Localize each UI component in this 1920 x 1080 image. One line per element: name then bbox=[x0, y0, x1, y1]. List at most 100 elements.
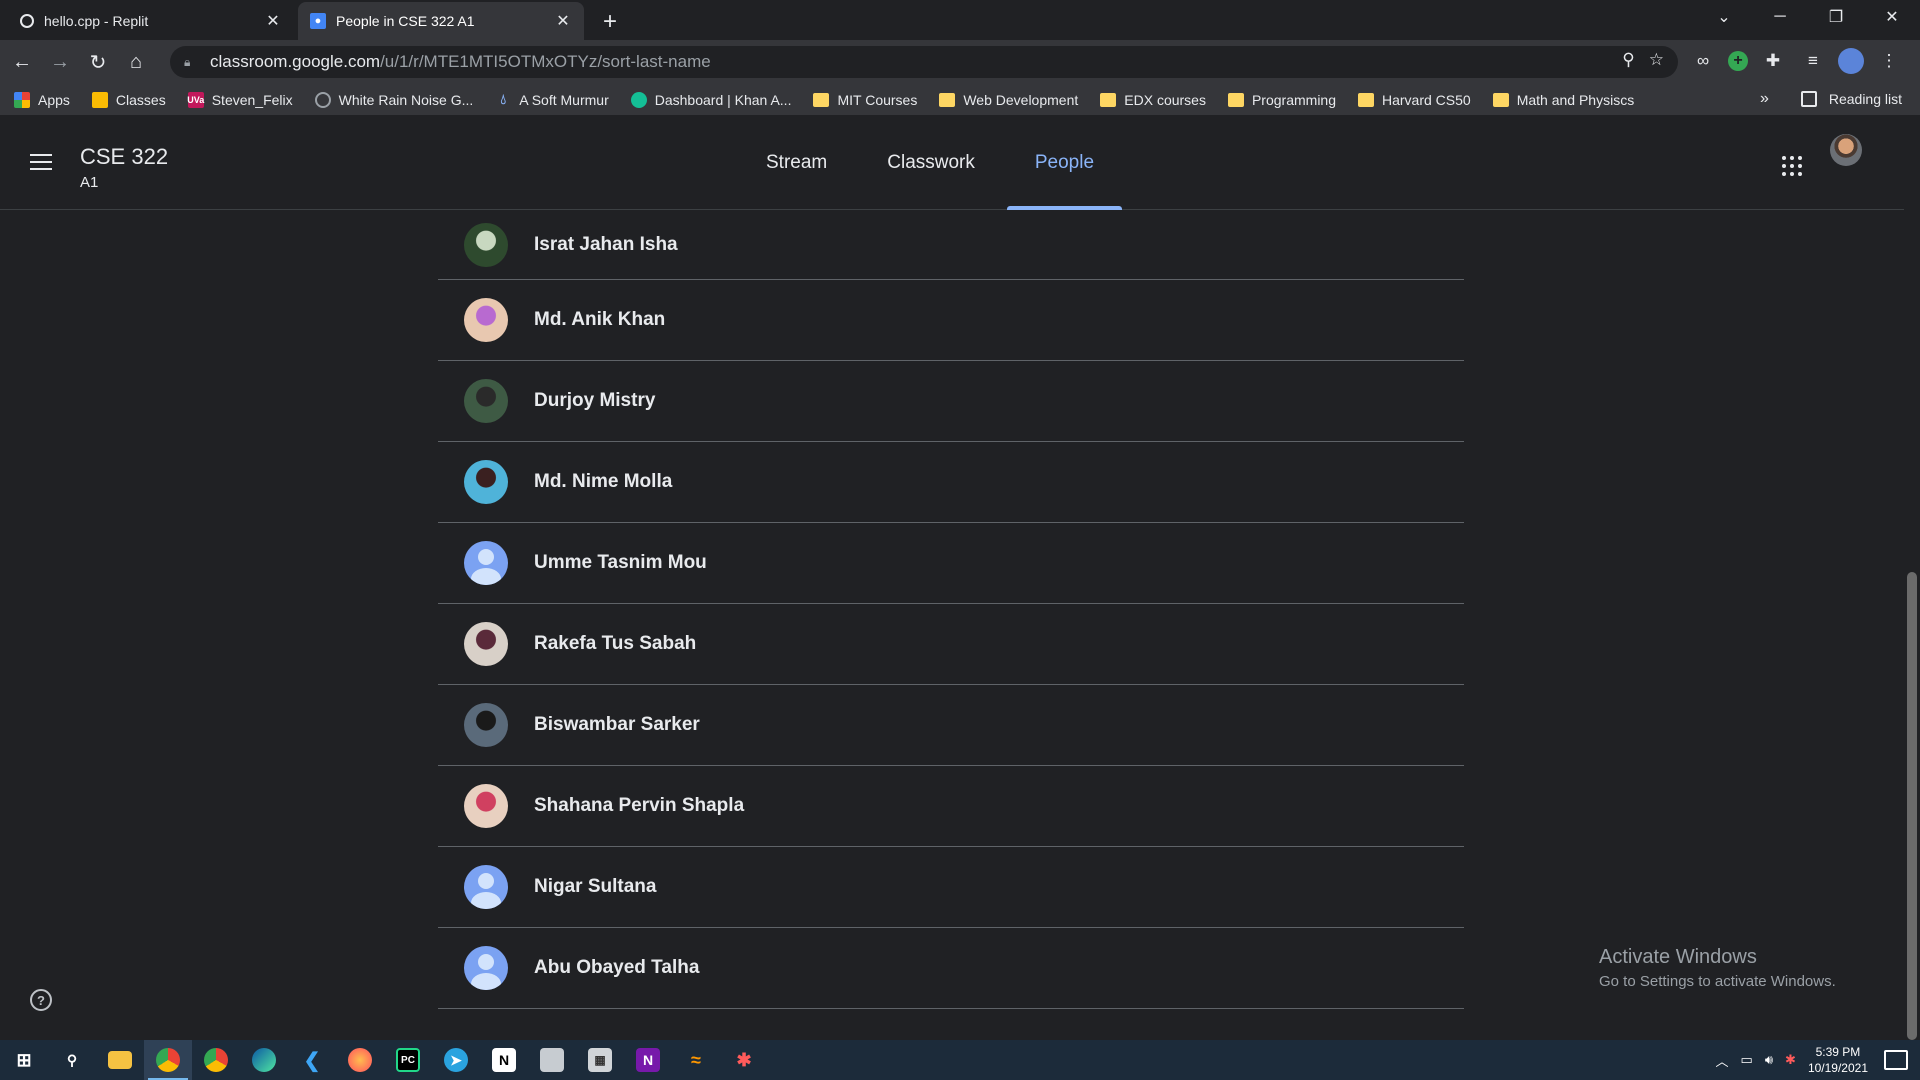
pycharm-icon[interactable]: PC bbox=[384, 1040, 432, 1080]
bookmark-classes[interactable]: Classes bbox=[91, 91, 166, 108]
tab-title: hello.cpp - Replit bbox=[44, 13, 149, 29]
firefox-icon[interactable] bbox=[336, 1040, 384, 1080]
bookmarks-overflow-button[interactable]: » bbox=[1760, 90, 1769, 108]
scrollbar-thumb[interactable] bbox=[1907, 572, 1917, 1040]
person-row[interactable]: Umme Tasnim Mou bbox=[438, 523, 1464, 604]
tab-replit[interactable]: hello.cpp - Replit ✕ bbox=[8, 2, 294, 40]
person-row[interactable]: Nigar Sultana bbox=[438, 847, 1464, 928]
close-icon[interactable]: ✕ bbox=[264, 12, 282, 30]
person-row[interactable]: Shahana Pervin Shapla bbox=[438, 766, 1464, 847]
course-tabs: Stream Classwork People bbox=[736, 116, 1124, 210]
tab-people[interactable]: People bbox=[1005, 116, 1124, 210]
edge-icon[interactable] bbox=[240, 1040, 288, 1080]
reload-icon[interactable]: ↻ bbox=[82, 46, 114, 78]
forward-icon[interactable]: → bbox=[44, 46, 76, 78]
avatar bbox=[464, 298, 508, 342]
person-row[interactable]: Rakefa Tus Sabah bbox=[438, 604, 1464, 685]
person-row[interactable]: Durjoy Mistry bbox=[438, 361, 1464, 442]
bookmark-khan[interactable]: Dashboard | Khan A... bbox=[630, 91, 791, 108]
bookmark-label: Programming bbox=[1251, 91, 1336, 108]
network-icon[interactable]: ▭ bbox=[1741, 1052, 1753, 1068]
person-name: Abu Obayed Talha bbox=[534, 957, 700, 978]
person-row[interactable]: Abu Obayed Talha bbox=[438, 928, 1464, 1009]
home-icon[interactable]: ⌂ bbox=[120, 46, 152, 78]
profile-icon[interactable] bbox=[1838, 48, 1864, 74]
puzzle-icon[interactable]: ✚ bbox=[1758, 46, 1788, 76]
bookmark-edx[interactable]: EDX courses bbox=[1100, 92, 1206, 108]
person-row[interactable]: Md. Nime Molla bbox=[438, 442, 1464, 523]
avatar bbox=[464, 784, 508, 828]
search-icon[interactable]: ⚲ bbox=[48, 1040, 96, 1080]
settings-app-icon[interactable]: ✱ bbox=[720, 1040, 768, 1080]
minimize-icon[interactable]: ─ bbox=[1752, 0, 1808, 34]
course-title[interactable]: CSE 322 bbox=[80, 144, 168, 170]
windows-start-icon[interactable]: ⊞ bbox=[0, 1040, 48, 1080]
person-row[interactable]: Israt Jahan Isha bbox=[438, 210, 1464, 280]
add-extension-icon[interactable]: + bbox=[1728, 51, 1748, 71]
google-apps-icon[interactable] bbox=[1782, 156, 1802, 176]
bookmark-cs50[interactable]: Harvard CS50 bbox=[1358, 92, 1471, 108]
bookmark-programming[interactable]: Programming bbox=[1227, 91, 1336, 108]
person-name: Md. Anik Khan bbox=[534, 309, 666, 330]
telegram-icon[interactable]: ➤ bbox=[432, 1040, 480, 1080]
bookmark-label: Classes bbox=[115, 91, 166, 108]
url-host: classroom.google.com bbox=[210, 52, 381, 71]
bookmark-soft-murmur[interactable]: 💧︎ A Soft Murmur bbox=[495, 91, 609, 108]
bookmark-label: Web Development bbox=[963, 91, 1079, 108]
bookmark-white-rain[interactable]: White Rain Noise G... bbox=[314, 91, 474, 108]
chrome-icon-2[interactable] bbox=[192, 1040, 240, 1080]
avatar bbox=[464, 460, 508, 504]
person-name: Shahana Pervin Shapla bbox=[534, 795, 745, 816]
zoom-icon[interactable]: ⚲ bbox=[1622, 50, 1634, 70]
app-icon[interactable] bbox=[528, 1040, 576, 1080]
bookmark-label: A Soft Murmur bbox=[519, 91, 609, 108]
sublime-icon[interactable]: ≈ bbox=[672, 1040, 720, 1080]
tab-stream[interactable]: Stream bbox=[736, 116, 857, 210]
tray-chevron-icon[interactable]: ︿ bbox=[1716, 1051, 1729, 1070]
window-close-icon[interactable]: ✕ bbox=[1864, 0, 1920, 34]
calculator-icon[interactable]: ▦ bbox=[576, 1040, 624, 1080]
media-control-icon[interactable]: ≡ bbox=[1798, 46, 1828, 76]
volume-icon[interactable]: 🔊︎ bbox=[1765, 1052, 1773, 1068]
person-name: Umme Tasnim Mou bbox=[534, 552, 707, 573]
notion-icon[interactable]: N bbox=[480, 1040, 528, 1080]
onenote-icon[interactable]: N bbox=[624, 1040, 672, 1080]
tab-classwork[interactable]: Classwork bbox=[857, 116, 1005, 210]
bookmark-webdev[interactable]: Web Development bbox=[939, 92, 1078, 108]
clock[interactable]: 5:39 PM 10/19/2021 bbox=[1808, 1044, 1868, 1076]
account-avatar[interactable] bbox=[1830, 134, 1862, 166]
avatar bbox=[464, 622, 508, 666]
bookmark-star-icon[interactable]: ☆ bbox=[1649, 50, 1664, 70]
tray-app-icon[interactable]: ✱ bbox=[1785, 1052, 1796, 1068]
person-row[interactable]: Md. Anik Khan bbox=[438, 280, 1464, 361]
folder-icon bbox=[1358, 92, 1374, 107]
default-avatar-icon bbox=[464, 946, 508, 990]
page-scrollbar[interactable] bbox=[1904, 210, 1920, 1040]
reading-list-button[interactable]: Reading list bbox=[1800, 91, 1902, 107]
file-explorer-icon[interactable] bbox=[96, 1040, 144, 1080]
extension-icon[interactable]: ∞ bbox=[1688, 46, 1718, 76]
clock-date: 10/19/2021 bbox=[1807, 1061, 1868, 1075]
bookmark-label: MIT Courses bbox=[837, 91, 918, 108]
main-menu-icon[interactable] bbox=[30, 154, 52, 170]
vscode-icon[interactable]: ❮ bbox=[288, 1040, 336, 1080]
bookmark-mit[interactable]: MIT Courses bbox=[813, 92, 917, 108]
close-icon[interactable]: ✕ bbox=[554, 12, 572, 30]
tab-classroom[interactable]: ● People in CSE 322 A1 ✕ bbox=[298, 2, 584, 40]
chrome-icon[interactable] bbox=[144, 1040, 192, 1080]
person-row[interactable]: Biswambar Sarker bbox=[438, 685, 1464, 766]
tab-search-icon[interactable]: ⌄ bbox=[1696, 0, 1752, 34]
bookmark-math[interactable]: Math and Physiscs bbox=[1492, 92, 1634, 108]
help-icon[interactable]: ? bbox=[30, 989, 52, 1011]
bookmark-steven-felix[interactable]: UVa Steven_Felix bbox=[187, 91, 293, 108]
new-tab-button[interactable]: + bbox=[596, 8, 624, 36]
back-icon[interactable]: ← bbox=[6, 46, 38, 78]
notification-center-icon[interactable] bbox=[1884, 1050, 1908, 1070]
url-path: /u/1/r/MTE1MTI5OTMxOTYz/sort-last-name bbox=[380, 52, 711, 71]
menu-kebab-icon[interactable]: ⋮ bbox=[1874, 46, 1904, 76]
bookmark-label: White Rain Noise G... bbox=[338, 91, 474, 108]
drop-icon: 💧︎ bbox=[500, 91, 507, 107]
address-bar[interactable]: 🔒︎ classroom.google.com/u/1/r/MTE1MTI5OT… bbox=[170, 46, 1678, 78]
bookmark-apps[interactable]: Apps bbox=[14, 91, 70, 108]
restore-icon[interactable]: ❐ bbox=[1808, 0, 1864, 34]
